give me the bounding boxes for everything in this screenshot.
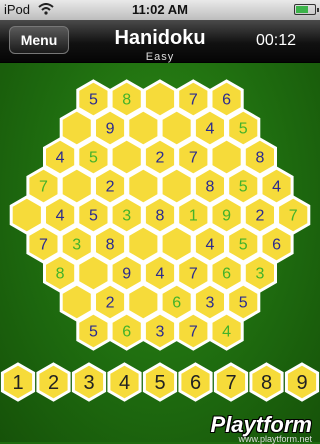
hex-cell-value: 3 — [255, 266, 264, 283]
keypad-key-label: 2 — [48, 372, 59, 394]
keypad-key-label: 7 — [225, 372, 236, 394]
hex-cell-value: 4 — [205, 237, 214, 254]
keypad-key-label: 6 — [190, 372, 201, 394]
hex-cell[interactable]: 7 — [276, 195, 311, 235]
hex-cell[interactable]: 8 — [43, 253, 78, 293]
hex-cell-value: 6 — [172, 295, 181, 312]
hex-cell[interactable] — [9, 195, 44, 235]
hex-cell[interactable]: 4 — [142, 253, 178, 293]
hex-cell-value: 5 — [239, 121, 248, 138]
hex-cell-value: 4 — [56, 208, 65, 225]
hex-cell-value: 8 — [106, 237, 115, 254]
hex-cell-value: 6 — [122, 324, 131, 341]
keypad-key-4[interactable]: 4 — [107, 362, 142, 402]
hex-cell-value: 9 — [122, 266, 131, 283]
hex-cell[interactable]: 2 — [142, 137, 178, 177]
hex-cell-value: 5 — [239, 295, 248, 312]
hex-cell-value: 6 — [272, 237, 281, 254]
keypad-key-3[interactable]: 3 — [71, 362, 107, 402]
keypad-key-6[interactable]: 6 — [178, 362, 213, 402]
hex-cell-value: 3 — [72, 237, 81, 254]
hex-cell[interactable]: 6 — [109, 311, 144, 351]
keypad-key-label: 9 — [296, 372, 307, 394]
hex-cell-value: 7 — [189, 324, 198, 341]
hex-cell[interactable]: 6 — [209, 253, 244, 293]
hex-cell-value: 8 — [255, 150, 264, 167]
hex-cell-shape — [9, 195, 44, 235]
hex-cell-value: 5 — [89, 208, 98, 225]
hex-cell-value: 4 — [56, 150, 65, 167]
difficulty-label: Easy — [145, 51, 175, 63]
hex-cell-value: 3 — [156, 324, 165, 341]
hex-cell-value: 1 — [189, 208, 198, 225]
hex-cell-value: 3 — [205, 295, 214, 312]
hex-cell-value: 6 — [222, 92, 231, 109]
hex-cell-value: 7 — [39, 237, 48, 254]
hex-cell-shape — [209, 137, 244, 177]
keypad-key-7[interactable]: 7 — [213, 362, 249, 402]
hex-cell[interactable]: 8 — [142, 195, 178, 235]
hex-cell-value: 2 — [106, 179, 115, 196]
keypad-key-label: 3 — [83, 372, 94, 394]
keypad-key-label: 8 — [261, 372, 272, 394]
hex-cell-value: 7 — [289, 208, 298, 225]
hex-cell-value: 5 — [239, 237, 248, 254]
hex-cell-value: 3 — [122, 208, 131, 225]
hex-cell-value: 5 — [89, 92, 98, 109]
nav-bar: Menu Hanidoku Easy 00:12 — [0, 20, 320, 63]
hex-cell-value: 5 — [89, 324, 98, 341]
hex-cell[interactable]: 7 — [176, 311, 211, 351]
hex-cell-value: 7 — [189, 150, 198, 167]
hex-cell[interactable]: 4 — [209, 311, 244, 351]
hex-cell-value: 2 — [106, 295, 115, 312]
board-area: 5876945452787285445381927738456894763263… — [0, 63, 320, 442]
playtform-logo: Playtform www.playtform.net — [211, 412, 312, 444]
status-time: 11:02 AM — [132, 2, 188, 17]
hex-cell-value: 6 — [222, 266, 231, 283]
hex-cell-value: 2 — [255, 208, 264, 225]
hex-cell[interactable]: 6 — [209, 79, 244, 119]
hex-cell-value: 4 — [222, 324, 231, 341]
keypad-key-label: 1 — [12, 372, 23, 394]
keypad-key-label: 5 — [154, 372, 165, 394]
keypad-key-label: 4 — [119, 372, 130, 394]
hex-cell-value: 2 — [156, 150, 165, 167]
hex-cell[interactable]: 3 — [142, 311, 178, 351]
hex-cell-value: 5 — [239, 179, 248, 196]
hex-cell[interactable] — [142, 79, 178, 119]
hex-cell-shape — [142, 79, 178, 119]
hex-cell-value: 4 — [205, 121, 214, 138]
hex-cell-value: 5 — [89, 150, 98, 167]
hex-cell[interactable]: 9 — [209, 195, 244, 235]
keypad-key-1[interactable]: 1 — [0, 362, 36, 402]
keypad-key-2[interactable]: 2 — [36, 362, 71, 402]
hex-cell-value: 4 — [272, 179, 281, 196]
hex-cell-value: 9 — [106, 121, 115, 138]
hex-cell[interactable]: 5 — [76, 311, 111, 351]
hex-cell-value: 7 — [189, 92, 198, 109]
battery-icon — [294, 4, 319, 15]
hex-cell-value: 8 — [156, 208, 165, 225]
hexagon-board: 5 8 7 69 4 54 5 2 7 87 2 8 5 44 5 3 8 1 9 2 77 3 8 4 5 68 9 4 7 6 32 6 3… — [0, 79, 320, 402]
game-timer: 00:12 — [255, 32, 296, 49]
hex-cell-value: 7 — [189, 266, 198, 283]
keypad-key-9[interactable]: 9 — [284, 362, 320, 402]
hex-cell[interactable] — [209, 137, 244, 177]
hex-cell-value: 8 — [56, 266, 65, 283]
hex-cell-value: 8 — [205, 179, 214, 196]
keypad-key-5[interactable]: 5 — [142, 362, 178, 402]
keypad-key-8[interactable]: 8 — [249, 362, 284, 402]
status-bar: iPod 11:02 AM — [0, 0, 320, 20]
hex-cell-value: 7 — [39, 179, 48, 196]
hex-cell-value: 8 — [122, 92, 131, 109]
hex-cell-value: 4 — [156, 266, 165, 283]
hex-cell-value: 9 — [222, 208, 231, 225]
